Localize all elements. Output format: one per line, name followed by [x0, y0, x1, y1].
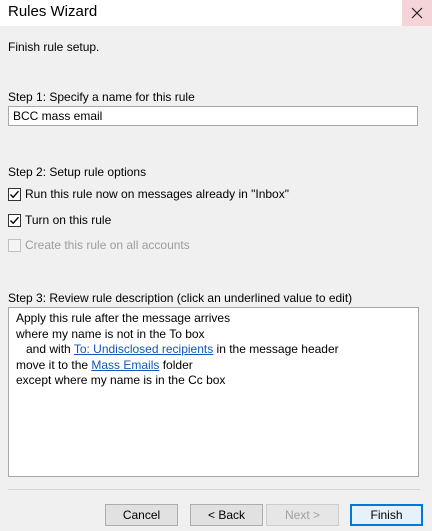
step3-label: Step 3: Review rule description (click a… [8, 291, 353, 305]
description-line: except where my name is in the Cc box [16, 373, 226, 387]
all-accounts-label: Create this rule on all accounts [25, 238, 190, 252]
next-button: Next > [266, 504, 339, 526]
description-line: move it to the Mass Emails folder [16, 358, 411, 374]
close-button[interactable] [402, 0, 432, 26]
back-button[interactable]: < Back [190, 504, 263, 526]
window-title: Rules Wizard [8, 3, 98, 20]
turn-on-label: Turn on this rule [25, 213, 112, 227]
title-bar: Rules Wizard [0, 0, 432, 26]
run-now-checkbox[interactable] [8, 187, 21, 201]
recipients-link[interactable]: To: Undisclosed recipients [74, 342, 213, 356]
separator [8, 489, 420, 490]
header-text: Finish rule setup. [8, 40, 100, 54]
close-icon [411, 7, 423, 19]
run-now-label: Run this rule now on messages already in… [25, 187, 289, 201]
step1-label: Step 1: Specify a name for this rule [8, 90, 195, 104]
step2-label: Step 2: Setup rule options [8, 165, 147, 179]
checkmark-icon [10, 216, 20, 224]
option-run-now[interactable]: Run this rule now on messages already in… [8, 187, 289, 201]
all-accounts-checkbox [8, 238, 21, 252]
cancel-button[interactable]: Cancel [105, 504, 178, 526]
description-line: and with To: Undisclosed recipients in t… [16, 342, 411, 358]
option-turn-on[interactable]: Turn on this rule [8, 213, 111, 227]
description-text: and with [26, 342, 74, 356]
description-line: Apply this rule after the message arrive… [16, 311, 231, 325]
description-text: move it to the [16, 357, 92, 372]
folder-link[interactable]: Mass Emails [91, 358, 159, 372]
description-line: where my name is not in the To box [16, 326, 205, 341]
option-all-accounts: Create this rule on all accounts [8, 238, 190, 252]
description-text: in the message header [213, 342, 339, 356]
checkmark-icon [10, 190, 20, 198]
finish-button[interactable]: Finish [350, 504, 423, 526]
rule-description-box: Apply this rule after the message arrive… [8, 307, 419, 477]
turn-on-checkbox[interactable] [8, 213, 21, 227]
description-text: folder [159, 357, 193, 372]
rule-name-input[interactable] [8, 106, 418, 126]
